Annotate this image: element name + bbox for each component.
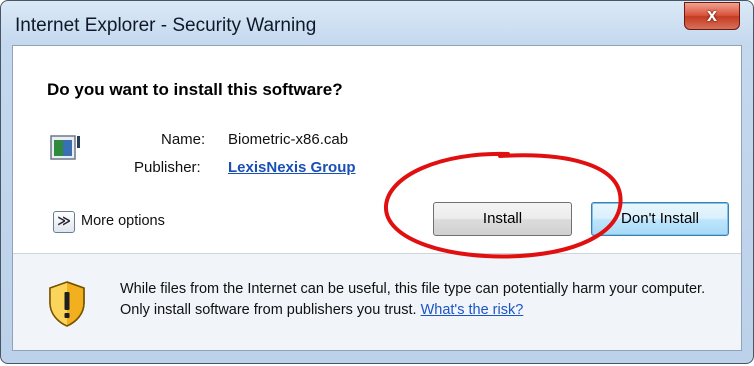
name-label: Name: <box>161 131 206 148</box>
publisher-link[interactable]: LexisNexis Group <box>228 159 356 176</box>
publisher-label: Publisher: <box>134 159 201 176</box>
close-icon: x <box>706 5 717 25</box>
dialog-content: Do you want to install this software? Na… <box>12 45 742 351</box>
close-button[interactable]: x <box>684 2 740 30</box>
whats-the-risk-link[interactable]: What's the risk? <box>421 302 524 318</box>
security-shield-icon <box>49 281 85 327</box>
more-options-button[interactable]: ≫ <box>53 211 75 233</box>
expand-chevron-icon: ≫ <box>57 213 71 228</box>
dont-install-button[interactable]: Don't Install <box>591 202 729 236</box>
security-warning-dialog: Internet Explorer - Security Warning x D… <box>0 0 754 364</box>
warning-area: While files from the Internet can be use… <box>13 254 741 350</box>
warning-text: While files from the Internet can be use… <box>120 281 706 318</box>
cab-file-icon <box>50 135 80 160</box>
install-question: Do you want to install this software? <box>47 80 343 99</box>
install-prompt-area: Do you want to install this software? Na… <box>13 46 741 253</box>
install-button[interactable]: Install <box>433 202 572 236</box>
more-options-label[interactable]: More options <box>81 213 165 229</box>
window-title: Internet Explorer - Security Warning <box>15 15 317 36</box>
file-name-value: Biometric-x86.cab <box>228 131 349 148</box>
warning-message: While files from the Internet can be use… <box>120 279 732 321</box>
title-bar[interactable]: Internet Explorer - Security Warning x <box>1 1 753 45</box>
